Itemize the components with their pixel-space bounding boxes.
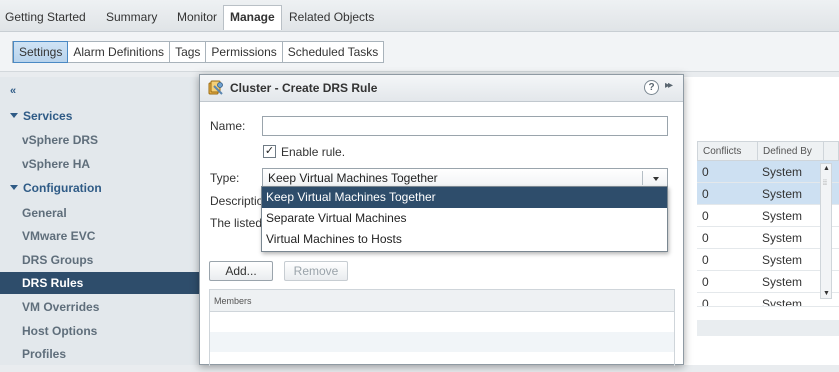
sidebar-item-general[interactable]: General bbox=[0, 202, 199, 224]
drs-rules-table: Conflicts Defined By 0 System 0 System 0 Sy… bbox=[697, 141, 839, 307]
sidebar-item-host-options[interactable]: Host Options bbox=[0, 320, 199, 342]
table-row[interactable]: 0 System bbox=[697, 227, 839, 249]
add-button[interactable]: Add... bbox=[209, 261, 273, 281]
option-vms-to-hosts[interactable]: Virtual Machines to Hosts bbox=[262, 229, 667, 250]
tab-manage[interactable]: Manage bbox=[223, 5, 282, 30]
rule-type-select[interactable]: Keep Virtual Machines Together bbox=[262, 168, 668, 188]
list-item[interactable] bbox=[210, 312, 674, 332]
dialog-title-bar[interactable]: Cluster - Create DRS Rule ? ▸▸ bbox=[200, 75, 683, 102]
cell-conflicts: 0 bbox=[702, 275, 709, 289]
table-footer-bar bbox=[697, 320, 839, 336]
remove-button[interactable]: Remove bbox=[284, 261, 348, 281]
select-divider bbox=[642, 171, 643, 185]
cell-conflicts: 0 bbox=[702, 187, 709, 201]
cell-defined-by: System bbox=[762, 209, 803, 223]
table-row[interactable]: 0 System bbox=[697, 271, 839, 293]
tab-alarm-definitions[interactable]: Alarm Definitions bbox=[68, 42, 171, 62]
members-list: Members bbox=[209, 289, 675, 366]
cell-conflicts: 0 bbox=[702, 231, 709, 245]
cell-defined-by: System bbox=[762, 253, 803, 267]
settings-sidebar: « Services vSphere DRS vSphere HA Config… bbox=[0, 77, 200, 365]
sidebar-item-vmware-evc[interactable]: VMware EVC bbox=[0, 225, 199, 247]
tab-getting-started[interactable]: Getting Started bbox=[5, 6, 86, 28]
table-row[interactable]: 0 System bbox=[697, 161, 839, 183]
enable-rule-label: Enable rule. bbox=[281, 145, 346, 159]
column-header-defined-by[interactable]: Defined By bbox=[758, 142, 824, 160]
enable-rule-checkbox[interactable]: ✓ bbox=[263, 145, 276, 158]
table-row[interactable]: 0 System bbox=[697, 183, 839, 205]
table-row[interactable]: 0 System bbox=[697, 205, 839, 227]
tab-monitor[interactable]: Monitor bbox=[177, 6, 217, 28]
sidebar-item-vm-overrides[interactable]: VM Overrides bbox=[0, 296, 199, 318]
caret-down-icon bbox=[10, 185, 18, 190]
help-icon[interactable]: ? bbox=[644, 80, 659, 95]
sub-tab-group: Settings Alarm Definitions Tags Permissi… bbox=[12, 41, 385, 63]
name-label: Name: bbox=[210, 119, 246, 133]
sidebar-heading-services[interactable]: Services bbox=[10, 109, 72, 123]
top-tab-bar: Getting Started Summary Monitor Manage R… bbox=[0, 0, 839, 32]
list-item[interactable] bbox=[210, 332, 674, 352]
listed-members-text: The listed bbox=[210, 216, 262, 230]
sub-tab-bar: Settings Alarm Definitions Tags Permissi… bbox=[0, 32, 839, 72]
sidebar-heading-label: Services bbox=[23, 109, 73, 123]
scroll-grip-icon[interactable]: ⁞⁞ bbox=[823, 180, 827, 187]
rule-name-input[interactable] bbox=[262, 116, 668, 136]
option-keep-together[interactable]: Keep Virtual Machines Together bbox=[262, 187, 667, 208]
tab-settings[interactable]: Settings bbox=[13, 41, 69, 63]
sidebar-heading-label: Configuration bbox=[23, 181, 102, 195]
tab-summary[interactable]: Summary bbox=[106, 6, 157, 28]
table-scrollbar[interactable]: ▲ ⁞⁞ ▼ bbox=[820, 163, 832, 299]
sidebar-item-profiles[interactable]: Profiles bbox=[0, 343, 199, 365]
cell-defined-by: System bbox=[762, 297, 803, 307]
cell-conflicts: 0 bbox=[702, 209, 709, 223]
tab-permissions[interactable]: Permissions bbox=[206, 42, 283, 62]
table-row[interactable]: 0 System bbox=[697, 293, 839, 307]
table-header: Conflicts Defined By bbox=[697, 141, 839, 161]
description-label: Descriptio bbox=[210, 194, 262, 208]
cell-defined-by: System bbox=[762, 187, 803, 201]
cell-conflicts: 0 bbox=[702, 165, 709, 179]
sidebar-item-vsphere-ha[interactable]: vSphere HA bbox=[0, 153, 199, 175]
caret-down-icon bbox=[10, 113, 18, 118]
scroll-down-icon[interactable]: ▼ bbox=[823, 290, 830, 297]
cell-defined-by: System bbox=[762, 165, 803, 179]
cell-conflicts: 0 bbox=[702, 297, 709, 307]
collapse-sidebar-icon[interactable]: « bbox=[10, 85, 16, 97]
rule-type-value: Keep Virtual Machines Together bbox=[268, 171, 438, 185]
cell-defined-by: System bbox=[762, 275, 803, 289]
list-item[interactable] bbox=[210, 352, 674, 372]
sidebar-item-drs-rules[interactable]: DRS Rules bbox=[0, 272, 199, 294]
sidebar-item-drs-groups[interactable]: DRS Groups bbox=[0, 249, 199, 271]
cluster-rule-icon bbox=[208, 80, 224, 96]
expand-icon[interactable]: ▸▸ bbox=[665, 80, 673, 91]
sidebar-item-vsphere-drs[interactable]: vSphere DRS bbox=[0, 129, 199, 151]
tab-tags[interactable]: Tags bbox=[170, 42, 207, 62]
column-header-conflicts[interactable]: Conflicts bbox=[698, 142, 758, 160]
sidebar-heading-configuration[interactable]: Configuration bbox=[10, 181, 102, 195]
option-separate[interactable]: Separate Virtual Machines bbox=[262, 208, 667, 229]
tab-related-objects[interactable]: Related Objects bbox=[289, 6, 374, 28]
type-label: Type: bbox=[210, 171, 240, 185]
rule-type-dropdown: Keep Virtual Machines Together Separate … bbox=[261, 186, 668, 252]
dialog-title: Cluster - Create DRS Rule bbox=[230, 81, 378, 95]
column-header-members[interactable]: Members bbox=[210, 290, 674, 312]
cell-conflicts: 0 bbox=[702, 253, 709, 267]
table-row[interactable]: 0 System bbox=[697, 249, 839, 271]
tab-scheduled-tasks[interactable]: Scheduled Tasks bbox=[283, 42, 384, 62]
cell-defined-by: System bbox=[762, 231, 803, 245]
chevron-down-icon[interactable] bbox=[653, 177, 659, 181]
scroll-up-icon[interactable]: ▲ bbox=[823, 165, 830, 172]
